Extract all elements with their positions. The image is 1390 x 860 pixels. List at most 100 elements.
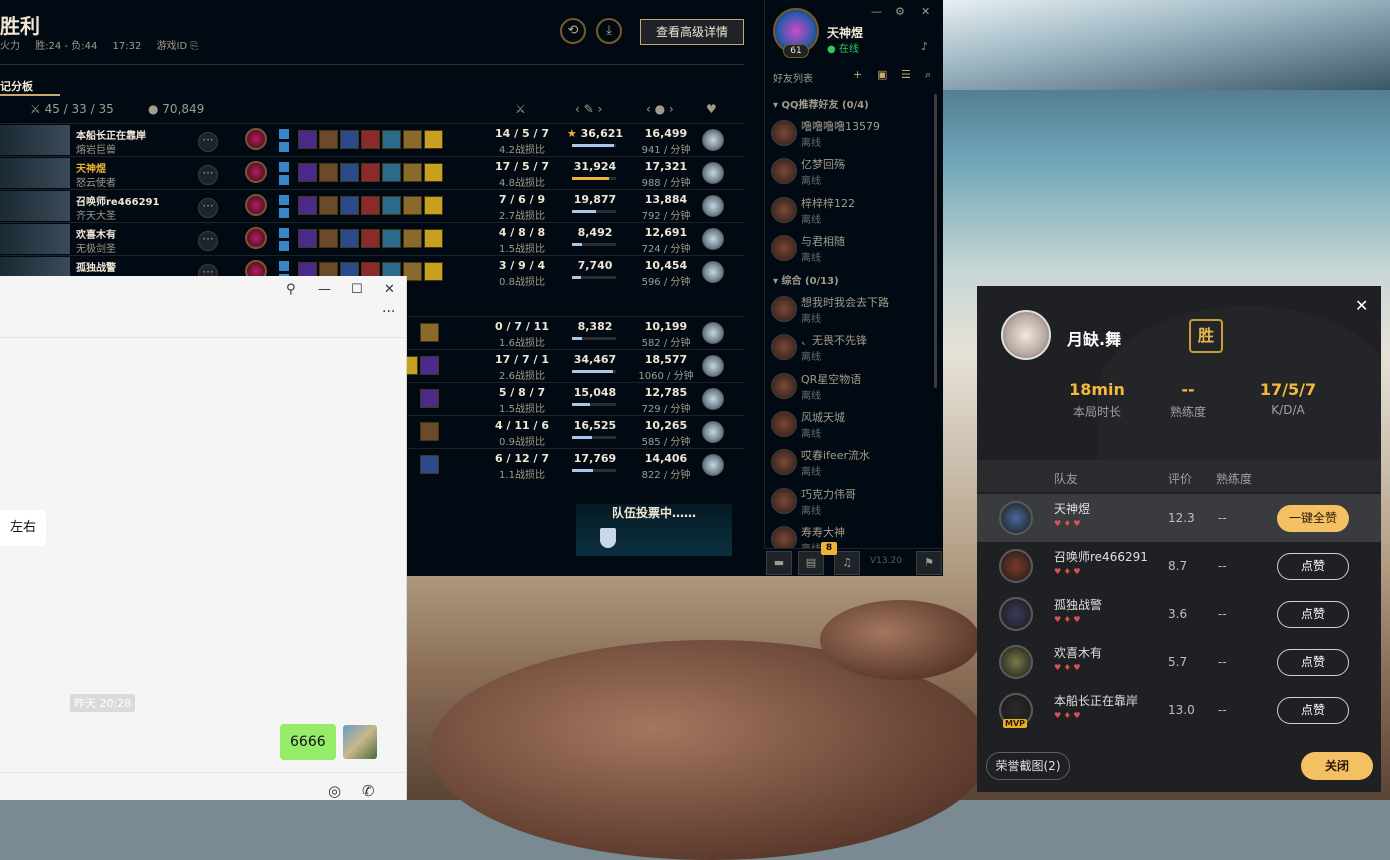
- friend-name: 想我时我会去下路: [801, 296, 889, 309]
- spell-icon: [279, 241, 289, 251]
- mission-icon[interactable]: ▤: [798, 551, 824, 575]
- status-badge: ● 在线: [827, 44, 859, 55]
- swords-icon: ⚔: [30, 102, 45, 116]
- stat-proficiency: -- 熟练度: [1138, 380, 1238, 420]
- player-name[interactable]: 欢喜木有: [76, 226, 116, 241]
- close-button[interactable]: 关闭: [1301, 752, 1373, 780]
- group-qq-recommended[interactable]: ▾ QQ推荐好友 (0/4): [773, 96, 869, 111]
- friend-item[interactable]: QR星空物语 离线: [771, 371, 941, 409]
- chat-icon[interactable]: ▬: [766, 551, 792, 575]
- player-name[interactable]: 天神煜: [76, 160, 106, 175]
- friend-avatar: [771, 372, 797, 399]
- item-icon: [319, 196, 338, 215]
- kda-value: 7 / 6 / 9: [498, 193, 546, 206]
- more-icon[interactable]: ···: [198, 132, 218, 152]
- friend-item[interactable]: 巧克力伟哥 离线: [771, 486, 941, 524]
- avatar: [999, 645, 1033, 679]
- table-row[interactable]: 本船长正在靠岸 熔岩巨兽 ··· 14 / 5 / 7 4.2战损比 ★ 36,621 16…: [0, 123, 744, 156]
- teammate-row: 召唤师re466291 ♥ ♦ ♥ 8.7 -- 点赞: [977, 542, 1381, 590]
- damage-bar: [572, 177, 616, 180]
- damage-number: 8,492: [577, 226, 613, 239]
- message-bubble-received[interactable]: 左右: [0, 510, 47, 546]
- spell-icon: [279, 162, 289, 172]
- like-button[interactable]: 点赞: [1277, 601, 1349, 628]
- table-row[interactable]: 天神煜 怒云使者 ··· 17 / 5 / 7 4.8战损比 31,924 17,321 98…: [0, 156, 744, 189]
- game-id-copy[interactable]: 游戏ID ⎘: [157, 41, 199, 52]
- friend-avatar: [771, 234, 797, 261]
- minimize-icon[interactable]: —: [318, 282, 331, 297]
- friend-item[interactable]: 梓梓梓122 离线: [771, 195, 941, 233]
- friend-avatar: [771, 158, 797, 185]
- like-button[interactable]: 点赞: [1277, 649, 1349, 676]
- gold-column-selector[interactable]: ‹ ● ›: [646, 102, 674, 116]
- like-button[interactable]: 点赞: [1277, 697, 1349, 724]
- close-icon[interactable]: ✕: [921, 5, 930, 18]
- friend-status: 离线: [801, 314, 821, 325]
- team-vote-panel[interactable]: 队伍投票中……: [576, 504, 732, 556]
- version-label: V13.20: [870, 556, 902, 566]
- kda-value: 17 / 5 / 7: [495, 160, 549, 173]
- friend-name: 梓梓梓122: [801, 196, 855, 210]
- friend-item[interactable]: 噜噜噜噜13579 离线: [771, 118, 941, 156]
- friend-item[interactable]: 与君相随 离线: [771, 233, 941, 271]
- item-icon: [403, 130, 422, 149]
- minimize-icon[interactable]: —: [871, 5, 882, 18]
- search-icon[interactable]: ⌕: [925, 68, 931, 82]
- friend-item[interactable]: 哎春ifeer流水 离线: [771, 447, 941, 485]
- list-icon[interactable]: ☰: [901, 68, 911, 81]
- download-icon[interactable]: ⤓: [596, 18, 622, 44]
- friend-item[interactable]: 想我时我会去下路 离线: [771, 294, 941, 332]
- group-general[interactable]: ▾ 综合 (0/13): [773, 272, 839, 287]
- damage-bar-fill: [572, 403, 591, 406]
- tab-scoreboard[interactable]: 记分板: [0, 78, 33, 94]
- advanced-details-button[interactable]: 查看高级详情: [640, 19, 744, 45]
- friend-item[interactable]: 亿梦回殇 离线: [771, 156, 941, 194]
- honor-screenshot-button[interactable]: 荣誉截图(2): [986, 752, 1070, 780]
- phone-icon[interactable]: ✆: [362, 782, 375, 800]
- friend-name: 噜噜噜噜13579: [801, 120, 880, 133]
- friend-name: 亿梦回殇: [801, 158, 845, 172]
- team-gold-value: 70,849: [162, 102, 205, 116]
- friend-item[interactable]: 、无畏不先锋 离线: [771, 332, 941, 370]
- player-name[interactable]: 孤独战警: [76, 259, 116, 274]
- report-icon[interactable]: ⚑: [916, 551, 942, 575]
- honor-icons: ♥ ♦ ♥: [1054, 663, 1081, 672]
- damage-column-selector[interactable]: ‹ ✎ ›: [575, 102, 602, 116]
- bell-icon[interactable]: ♪: [921, 40, 928, 53]
- camera-icon[interactable]: ◎: [328, 782, 341, 800]
- avatar[interactable]: [343, 725, 377, 759]
- replay-icon[interactable]: ⟲: [560, 18, 586, 44]
- maximize-icon[interactable]: ☐: [351, 282, 363, 297]
- more-icon[interactable]: ···: [198, 231, 218, 251]
- table-row[interactable]: 召唤师re466291 齐天大圣 ··· 7 / 6 / 9 2.7战损比 19,877 1…: [0, 189, 744, 222]
- close-icon[interactable]: ✕: [1355, 296, 1368, 315]
- more-icon[interactable]: ···: [382, 304, 395, 320]
- mic-icon[interactable]: ♫: [834, 551, 860, 575]
- close-icon[interactable]: ✕: [384, 282, 395, 297]
- friend-status: 离线: [801, 214, 821, 226]
- damage-value: 15,048: [565, 386, 625, 399]
- friend-status: 离线: [801, 138, 821, 149]
- like-all-button[interactable]: 一键全赞: [1277, 505, 1349, 532]
- champion-title: 齐天大圣: [76, 211, 116, 222]
- player-name[interactable]: 召唤师re466291: [76, 193, 159, 208]
- like-button[interactable]: 点赞: [1277, 553, 1349, 580]
- gear-icon[interactable]: ⚙: [895, 5, 905, 18]
- add-friend-icon[interactable]: +: [853, 68, 862, 81]
- add-folder-icon[interactable]: ▣: [877, 68, 887, 81]
- friend-name: 寿寿大神: [801, 525, 845, 539]
- player-name[interactable]: 本船长正在靠岸: [76, 127, 146, 142]
- more-icon[interactable]: ···: [198, 165, 218, 185]
- gold-per-min: 585 / 分钟: [641, 437, 691, 448]
- banner-icon: [600, 528, 616, 548]
- friends-scrollbar[interactable]: [934, 94, 937, 388]
- teammate-proficiency: --: [1218, 607, 1227, 621]
- more-icon[interactable]: ···: [198, 198, 218, 218]
- message-bubble-sent[interactable]: 6666: [280, 724, 336, 760]
- item-icon: [424, 196, 443, 215]
- friend-item[interactable]: 风城天城 离线: [771, 409, 941, 447]
- pin-icon[interactable]: ⚲: [286, 282, 296, 297]
- gold-value: 10,199: [644, 320, 688, 333]
- item-icon: [382, 196, 401, 215]
- table-row[interactable]: 欢喜木有 无极剑圣 ··· 4 / 8 / 8 1.5战损比 8,492 12,691 724…: [0, 222, 744, 255]
